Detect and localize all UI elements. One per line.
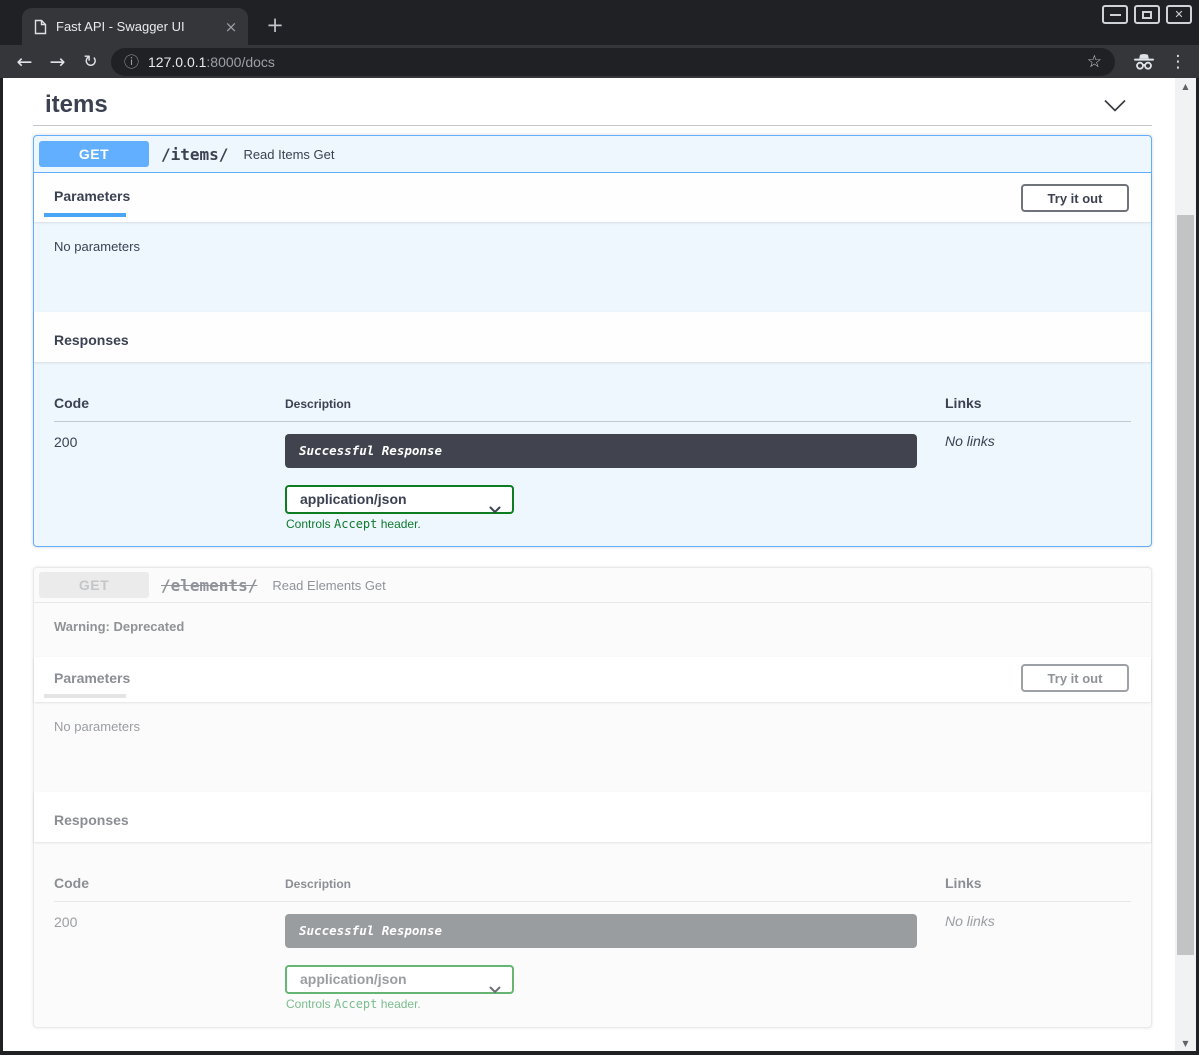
close-icon: ✕ bbox=[1174, 9, 1183, 20]
url-path: :8000/docs bbox=[206, 54, 275, 70]
column-header-description: Description bbox=[285, 877, 351, 891]
forward-button[interactable]: → bbox=[41, 51, 74, 73]
endpoint-summary: Read Items Get bbox=[243, 147, 334, 162]
endpoint-path: /elements/ bbox=[161, 576, 257, 595]
opblock-get-elements-deprecated: GET /elements/ Read Elements Get Warning… bbox=[33, 567, 1152, 1028]
scrollbar-thumb[interactable] bbox=[1177, 215, 1194, 955]
title-bar: Fast API - Swagger UI × + ✕ bbox=[0, 0, 1199, 45]
table-divider bbox=[54, 901, 1131, 902]
page-scrollbar[interactable]: ▲ ▼ bbox=[1175, 78, 1196, 1051]
minimize-button[interactable] bbox=[1102, 5, 1128, 24]
accept-note-suffix: header. bbox=[377, 517, 420, 531]
browser-toolbar: ← → ↻ ⓘ 127.0.0.1:8000/docs ☆ ⋮ bbox=[0, 45, 1199, 78]
deprecated-warning: Warning: Deprecated bbox=[34, 603, 1151, 657]
status-code: 200 bbox=[54, 434, 77, 450]
tab-title: Fast API - Swagger UI bbox=[56, 19, 213, 34]
no-parameters-text: No parameters bbox=[54, 239, 140, 254]
select-chevron-icon bbox=[489, 977, 501, 1002]
opblock-summary[interactable]: GET /items/ Read Items Get bbox=[34, 136, 1151, 173]
column-header-description: Description bbox=[285, 397, 351, 411]
responses-header: Responses bbox=[34, 792, 1151, 842]
page-viewport: items GET /items/ Read Items Get Paramet… bbox=[3, 78, 1196, 1051]
tag-section-header[interactable]: items bbox=[33, 88, 1152, 126]
url-host: 127.0.0.1 bbox=[148, 54, 206, 70]
accept-note-prefix: Controls bbox=[286, 997, 334, 1011]
parameters-title: Parameters bbox=[54, 188, 130, 204]
parameters-tab-indicator bbox=[44, 694, 126, 698]
accept-note-code: Accept bbox=[334, 517, 377, 531]
browser-tab[interactable]: Fast API - Swagger UI × bbox=[22, 8, 248, 45]
parameters-header: Parameters Try it out bbox=[34, 657, 1151, 702]
links-value: No links bbox=[945, 913, 995, 929]
select-chevron-icon bbox=[489, 497, 501, 522]
swagger-content: items GET /items/ Read Items Get Paramet… bbox=[33, 88, 1152, 1028]
media-type-value: application/json bbox=[300, 971, 407, 987]
tab-close-icon[interactable]: × bbox=[222, 18, 240, 36]
responses-title: Responses bbox=[54, 332, 129, 348]
new-tab-button[interactable]: + bbox=[262, 12, 288, 38]
responses-title: Responses bbox=[54, 812, 129, 828]
column-header-code: Code bbox=[54, 395, 89, 411]
method-badge: GET bbox=[39, 572, 149, 598]
accept-note-code: Accept bbox=[334, 997, 377, 1011]
media-type-select[interactable]: application/json bbox=[285, 965, 514, 994]
column-header-code: Code bbox=[54, 875, 89, 891]
opblock-summary[interactable]: GET /elements/ Read Elements Get bbox=[34, 568, 1151, 603]
accept-header-note: Controls Accept header. bbox=[286, 517, 421, 531]
responses-table: Code Description Links 200 Successful Re… bbox=[34, 362, 1151, 546]
parameters-title: Parameters bbox=[54, 670, 130, 686]
incognito-icon bbox=[1132, 52, 1156, 71]
browser-window: Fast API - Swagger UI × + ✕ ← → ↻ ⓘ 127.… bbox=[0, 0, 1199, 1055]
minimize-icon bbox=[1110, 14, 1121, 16]
try-it-out-button[interactable]: Try it out bbox=[1021, 664, 1129, 692]
parameters-body: No parameters bbox=[34, 702, 1151, 792]
responses-header: Responses bbox=[34, 312, 1151, 362]
response-description-box: Successful Response bbox=[285, 914, 917, 948]
parameters-tab-indicator bbox=[44, 213, 126, 217]
opblock-get-items: GET /items/ Read Items Get Parameters Tr… bbox=[33, 135, 1152, 547]
scroll-up-arrow[interactable]: ▲ bbox=[1175, 78, 1196, 94]
no-parameters-text: No parameters bbox=[54, 719, 140, 734]
parameters-header: Parameters Try it out bbox=[34, 173, 1151, 222]
accept-note-prefix: Controls bbox=[286, 517, 334, 531]
column-header-links: Links bbox=[945, 875, 982, 891]
section-title: items bbox=[33, 88, 1152, 122]
media-type-value: application/json bbox=[300, 491, 407, 507]
accept-note-suffix: header. bbox=[377, 997, 420, 1011]
endpoint-path: /items/ bbox=[161, 145, 228, 164]
back-button[interactable]: ← bbox=[8, 51, 41, 73]
endpoint-summary: Read Elements Get bbox=[272, 578, 385, 593]
chevron-down-icon[interactable] bbox=[1104, 99, 1126, 118]
maximize-button[interactable] bbox=[1134, 5, 1160, 24]
status-code: 200 bbox=[54, 914, 77, 930]
scroll-down-arrow[interactable]: ▼ bbox=[1175, 1035, 1196, 1051]
column-header-links: Links bbox=[945, 395, 982, 411]
address-bar[interactable]: ⓘ 127.0.0.1:8000/docs ☆ bbox=[111, 48, 1115, 76]
media-type-select[interactable]: application/json bbox=[285, 485, 514, 514]
links-value: No links bbox=[945, 433, 995, 449]
method-badge: GET bbox=[39, 141, 149, 167]
close-button[interactable]: ✕ bbox=[1166, 5, 1192, 24]
bookmark-star-icon[interactable]: ☆ bbox=[1087, 52, 1102, 72]
reload-button[interactable]: ↻ bbox=[74, 52, 107, 72]
try-it-out-button[interactable]: Try it out bbox=[1021, 184, 1129, 212]
table-divider bbox=[54, 421, 1131, 422]
responses-table: Code Description Links 200 Successful Re… bbox=[34, 842, 1151, 1027]
parameters-body: No parameters bbox=[34, 222, 1151, 312]
page-icon bbox=[34, 19, 47, 35]
accept-header-note: Controls Accept header. bbox=[286, 997, 421, 1011]
window-controls: ✕ bbox=[1102, 5, 1192, 24]
site-info-icon[interactable]: ⓘ bbox=[124, 51, 139, 72]
maximize-icon bbox=[1142, 11, 1152, 19]
menu-kebab-icon[interactable]: ⋮ bbox=[1165, 52, 1191, 72]
response-description-box: Successful Response bbox=[285, 434, 917, 468]
